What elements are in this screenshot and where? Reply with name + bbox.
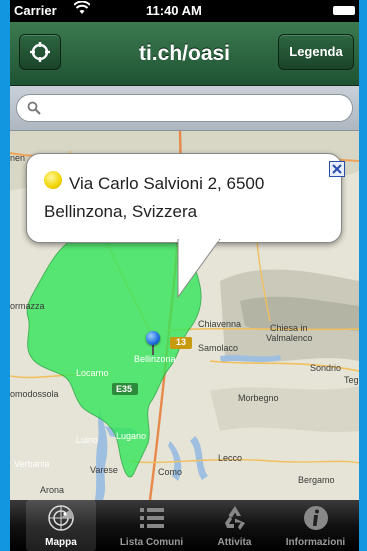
map-label: Chiavenna	[198, 319, 242, 329]
carrier-label: Carrier	[14, 3, 57, 18]
address-line-1: Via Carlo Salvioni 2, 6500	[69, 174, 265, 193]
map-label: omodossola	[10, 389, 59, 399]
battery-icon	[333, 6, 355, 15]
phone-screen: Carrier 11:40 AM ti.ch/oasi Legenda nen …	[10, 0, 359, 551]
yellow-dot-icon	[44, 171, 62, 189]
close-icon	[332, 164, 342, 174]
map-label: Chiesa in	[270, 323, 308, 333]
tab-informazioni[interactable]: Informazioni	[272, 500, 359, 551]
clock: 11:40 AM	[146, 3, 202, 18]
status-bar: Carrier 11:40 AM	[10, 0, 359, 22]
tab-lista-comuni[interactable]: Lista Comuni	[108, 500, 195, 551]
callout-pointer	[177, 239, 221, 299]
map-label: Teg	[344, 375, 359, 385]
info-icon	[272, 503, 359, 533]
map-label: Como	[158, 467, 183, 477]
wifi-icon	[73, 0, 91, 18]
map-label: Bellinzona	[134, 354, 176, 364]
search-field[interactable]	[16, 94, 353, 122]
recycle-icon	[191, 503, 278, 533]
tab-attivita[interactable]: Attivita	[191, 500, 278, 551]
map-label: Arona	[40, 485, 65, 495]
map-label: Valmalenco	[266, 333, 313, 343]
tab-label: Informazioni	[285, 537, 346, 548]
map-label: nen	[10, 153, 26, 163]
map-label: Varese	[90, 465, 118, 475]
location-pin[interactable]	[146, 331, 160, 345]
tab-mappa[interactable]: Mappa	[26, 500, 96, 551]
list-icon	[108, 503, 195, 533]
map-label: Bergamo	[298, 475, 335, 485]
tab-label: Lista Comuni	[119, 537, 184, 548]
search-icon	[27, 101, 41, 115]
map-label: Samolaco	[198, 343, 239, 353]
search-bar	[10, 86, 359, 131]
tab-label: Attivita	[217, 537, 252, 548]
navigation-bar: ti.ch/oasi Legenda	[10, 22, 359, 86]
tab-label: Mappa	[45, 537, 77, 548]
road-shield: E35	[116, 384, 133, 394]
map-label: Locarno	[76, 368, 109, 378]
map-label: ormazza	[10, 301, 45, 311]
map-label: Verbania	[14, 459, 50, 469]
road-shield: 13	[176, 337, 187, 347]
map-label: Lecco	[218, 453, 243, 463]
legend-button[interactable]: Legenda	[278, 34, 354, 70]
map-view[interactable]: nen ormazza omodossola Chiavenna Chiesa …	[10, 131, 359, 500]
map-label: Lugano	[116, 431, 147, 441]
close-callout-button[interactable]	[329, 161, 345, 177]
search-input[interactable]	[47, 99, 342, 119]
radar-icon	[26, 503, 96, 533]
map-label: Sondrio	[310, 363, 342, 373]
map-label: Luino	[76, 435, 99, 445]
callout-box: Via Carlo Salvioni 2, 6500 Bellinzona, S…	[26, 153, 345, 243]
address-line-2: Bellinzona, Svizzera	[44, 202, 198, 221]
map-label: Morbegno	[238, 393, 279, 403]
tab-bar: Mappa Lista Comuni Attivita Informazioni	[10, 500, 359, 551]
address-callout[interactable]: Via Carlo Salvioni 2, 6500 Bellinzona, S…	[26, 153, 356, 299]
